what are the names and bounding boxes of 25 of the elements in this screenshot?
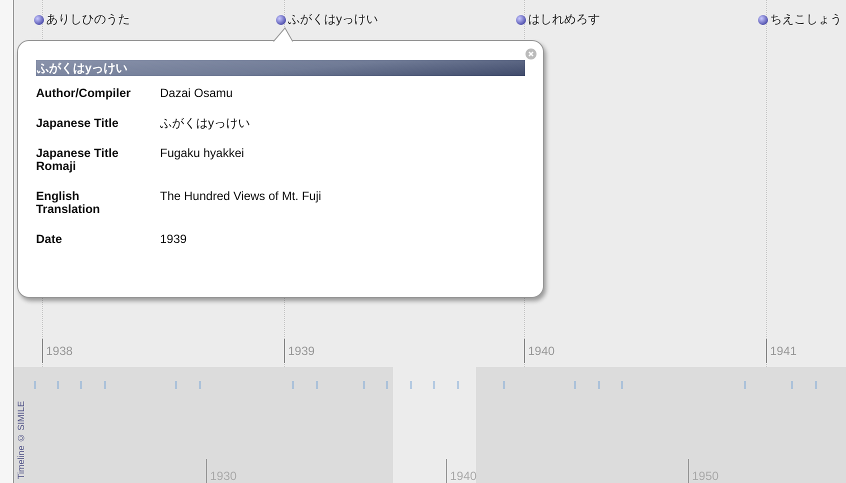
credit-label: Timeline © SIMILE — [16, 400, 26, 479]
event-dot-icon[interactable] — [276, 14, 286, 24]
event-dot-icon[interactable] — [758, 14, 768, 24]
popup-title: ふがくはyっけい — [36, 60, 525, 76]
year-label: 1941 — [766, 339, 797, 363]
field-label: Japanese Title Romaji — [36, 147, 120, 173]
decade-label: 1940 — [446, 459, 477, 483]
year-label: 1938 — [42, 339, 73, 363]
field-value: ふがくはyっけい — [160, 117, 251, 130]
year-label: 1939 — [284, 339, 315, 363]
field-label: Author/Compiler — [36, 87, 132, 100]
event-label[interactable]: ありしひのうた — [46, 11, 130, 28]
field-value: Dazai Osamu — [160, 87, 234, 100]
event-dot-icon[interactable] — [34, 14, 44, 24]
field-label: Date — [36, 233, 64, 246]
field-value: Fugaku hyakkei — [160, 147, 246, 162]
field-label: English Translation — [36, 190, 102, 216]
field-value: The Hundred Views of Mt. Fuji — [160, 190, 322, 205]
event-label[interactable]: はしれめろす — [528, 11, 600, 28]
event-label[interactable]: ちえこしょう — [770, 11, 842, 28]
event-label[interactable]: ふがくはyっけい — [288, 11, 378, 28]
year-label: 1940 — [524, 339, 555, 363]
field-label: Japanese Title — [36, 117, 120, 130]
field-value: 1939 — [160, 233, 188, 246]
event-dot-icon[interactable] — [516, 14, 526, 24]
